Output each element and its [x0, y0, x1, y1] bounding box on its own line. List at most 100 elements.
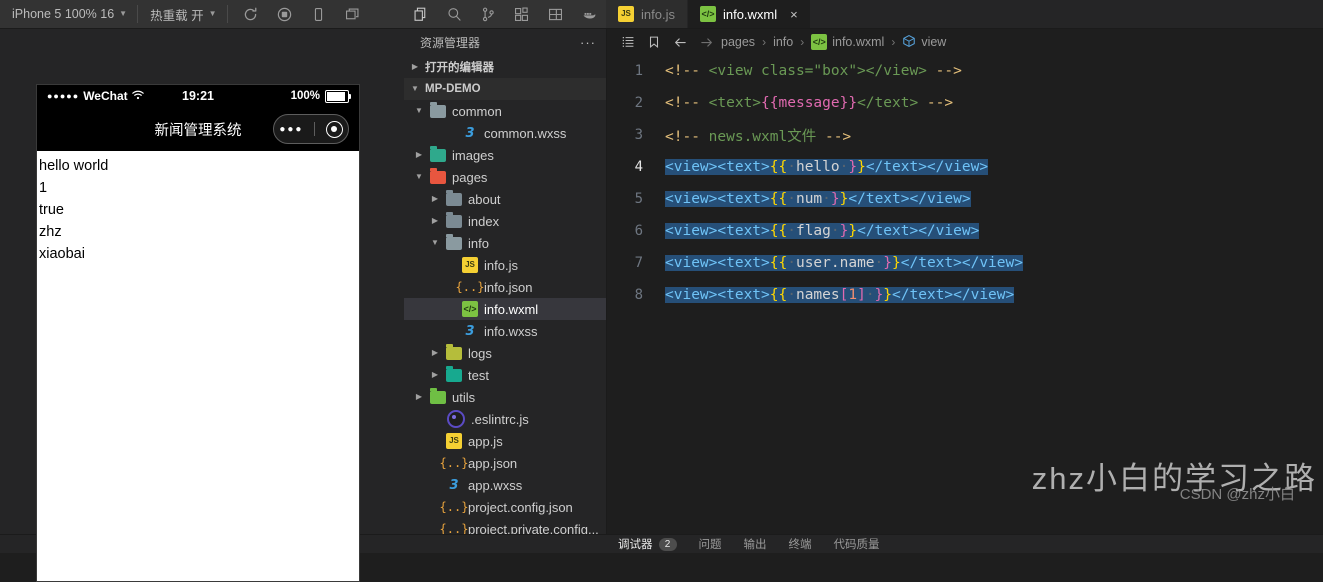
close-icon[interactable]: ×: [790, 8, 798, 21]
tree-item-app-wxss[interactable]: ▶3app.wxss: [404, 474, 606, 496]
code-token: user.name: [795, 255, 875, 271]
back-arrow-icon[interactable]: [667, 29, 693, 55]
layout-icon[interactable]: [539, 0, 573, 28]
tree-item--eslintrc-js[interactable]: ▶.eslintrc.js: [404, 408, 606, 430]
code-token: flag: [795, 223, 831, 239]
chevron-down-icon[interactable]: ▼: [412, 107, 426, 115]
panel-tab-调试器[interactable]: 调试器 2: [618, 536, 677, 552]
panel-tab-badge: 2: [658, 537, 677, 551]
code-line[interactable]: 3 <!-- news.wxml文件 -->: [607, 119, 1323, 151]
window-icon[interactable]: [336, 0, 370, 28]
json-file-icon: {..}: [439, 500, 469, 514]
chevron-right-icon[interactable]: ▶: [428, 349, 442, 357]
panel-tab-label: 问题: [698, 539, 722, 551]
source-control-icon[interactable]: [471, 0, 505, 28]
js-file-icon: JS: [446, 433, 462, 449]
explorer-icon[interactable]: [404, 0, 438, 28]
extensions-icon[interactable]: [505, 0, 539, 28]
code-token: </text></view>: [892, 287, 1015, 303]
panel-tab-输出[interactable]: 输出: [744, 536, 767, 552]
code-token: </text>: [857, 95, 919, 111]
code-token: <view><text>: [665, 159, 770, 175]
tree-item-logs[interactable]: ▶ logs: [404, 342, 606, 364]
chevron-down-icon[interactable]: ▼: [428, 239, 442, 247]
code-token: -->: [918, 95, 954, 111]
explorer-header: 资源管理器 ···: [404, 29, 606, 56]
more-dots-icon[interactable]: ●●●: [279, 124, 303, 135]
tree-item-app-js[interactable]: ▶JSapp.js: [404, 430, 606, 452]
code-line[interactable]: 6 <view><text>{{·flag·}}</text></view>: [607, 215, 1323, 247]
panel-tab-终端[interactable]: 终端: [789, 536, 812, 552]
chevron-right-icon[interactable]: ▶: [428, 371, 442, 379]
tree-item-info-wxss[interactable]: ▶3info.wxss: [404, 320, 606, 342]
device-screen: ●●●●● WeChat 19:21 100% 新闻管理系统 ●●● hello…: [36, 84, 360, 582]
bookmark-icon[interactable]: [641, 29, 667, 55]
more-actions-icon[interactable]: ···: [580, 36, 596, 49]
docker-icon[interactable]: [572, 0, 606, 28]
panel-tab-代码质量[interactable]: 代码质量: [834, 536, 880, 552]
tree-item-app-json[interactable]: ▶{..}app.json: [404, 452, 606, 474]
tree-item-project-private-config-[interactable]: ▶{..}project.private.config...: [404, 518, 606, 535]
code-token: num: [795, 191, 823, 207]
code-line[interactable]: 8 <view><text>{{·names[1]·}}</text></view…: [607, 279, 1323, 311]
record-icon[interactable]: [268, 0, 302, 28]
section-open-editors[interactable]: ▶ 打开的编辑器: [404, 56, 606, 78]
code-line[interactable]: 7 <view><text>{{·user.name·}}</text></vie…: [607, 247, 1323, 279]
code-token: ·: [787, 191, 796, 207]
code-token: news.wxml文件: [708, 128, 817, 145]
chevron-right-icon[interactable]: ▶: [412, 393, 426, 401]
panel-tab-label: 终端: [788, 539, 812, 551]
tree-item-utils[interactable]: ▶ utils: [404, 386, 606, 408]
refresh-icon[interactable]: [234, 0, 268, 28]
code-token: <view class="box"></view>: [708, 63, 927, 79]
folder-icon: [446, 343, 462, 360]
tree-item-info[interactable]: ▼ info: [404, 232, 606, 254]
code-token: {{message}}: [761, 95, 858, 111]
line-number: 6: [634, 223, 643, 239]
code-token: <!--: [665, 128, 709, 145]
tree-item-images[interactable]: ▶ images: [404, 144, 606, 166]
chevron-right-icon[interactable]: ▶: [412, 151, 426, 159]
tree-item-common[interactable]: ▼ common: [404, 100, 606, 122]
breadcrumb-item-symbol[interactable]: view: [900, 34, 948, 51]
tree-item-common-wxss[interactable]: ▶3common.wxss: [404, 122, 606, 144]
section-project-root[interactable]: ▼ MP-DEMO: [404, 78, 606, 100]
folder-icon: [446, 189, 462, 206]
tree-item-info-wxml[interactable]: ▶</>info.wxml: [404, 298, 606, 320]
code-token: <!--: [665, 95, 709, 111]
chevron-right-icon[interactable]: ▶: [428, 217, 442, 225]
search-icon[interactable]: [438, 0, 472, 28]
breadcrumb-item-info[interactable]: info: [771, 35, 795, 49]
breadcrumb-item-pages[interactable]: pages: [719, 35, 757, 49]
wechat-devtools-window: iPhone 5 100% 16 ▼ 热重载 开 ▼ JS info.js </…: [0, 0, 1323, 582]
tree-item-pages[interactable]: ▼ pages: [404, 166, 606, 188]
tree-item-info-js[interactable]: ▶JSinfo.js: [404, 254, 606, 276]
device-select[interactable]: iPhone 5 100% 16 ▼: [0, 0, 137, 28]
tree-item-about[interactable]: ▶ about: [404, 188, 606, 210]
carrier-info: ●●●●● WeChat: [47, 89, 144, 103]
tree-item-test[interactable]: ▶ test: [404, 364, 606, 386]
code-line[interactable]: 4 <view><text>{{·hello·}}</text></view>: [607, 151, 1323, 183]
tree-item-info-json[interactable]: ▶{..}info.json: [404, 276, 606, 298]
wxss-file-icon: 3: [465, 323, 475, 339]
tab-info-js[interactable]: JS info.js: [606, 0, 688, 28]
tree-item-project-config-json[interactable]: ▶{..}project.config.json: [404, 496, 606, 518]
phone-icon[interactable]: [302, 0, 336, 28]
panel-tab-问题[interactable]: 问题: [699, 536, 722, 552]
code-line[interactable]: 1 <!-- <view class="box"></view> -->: [607, 55, 1323, 87]
symbol-cube-icon: [902, 34, 916, 51]
chevron-right-icon[interactable]: ▶: [428, 195, 442, 203]
chevron-down-icon[interactable]: ▼: [412, 173, 426, 181]
outline-icon[interactable]: [615, 29, 641, 55]
hotreload-select[interactable]: 热重载 开 ▼: [138, 0, 226, 28]
forward-arrow-icon[interactable]: [693, 29, 719, 55]
tab-info-wxml[interactable]: </> info.wxml ×: [687, 0, 811, 28]
code-line[interactable]: 5 <view><text>{{·num·}}</text></view>: [607, 183, 1323, 215]
wechat-capsule-button[interactable]: ●●●: [273, 114, 349, 144]
breadcrumb-item-file[interactable]: </> info.wxml: [809, 34, 886, 50]
tree-item-index[interactable]: ▶ index: [404, 210, 606, 232]
activity-bar: [404, 0, 606, 28]
target-icon[interactable]: [325, 120, 343, 138]
code-line[interactable]: 2 <!-- <text>{{message}}</text> -->: [607, 87, 1323, 119]
tree-item-label: .eslintrc.js: [471, 411, 529, 427]
